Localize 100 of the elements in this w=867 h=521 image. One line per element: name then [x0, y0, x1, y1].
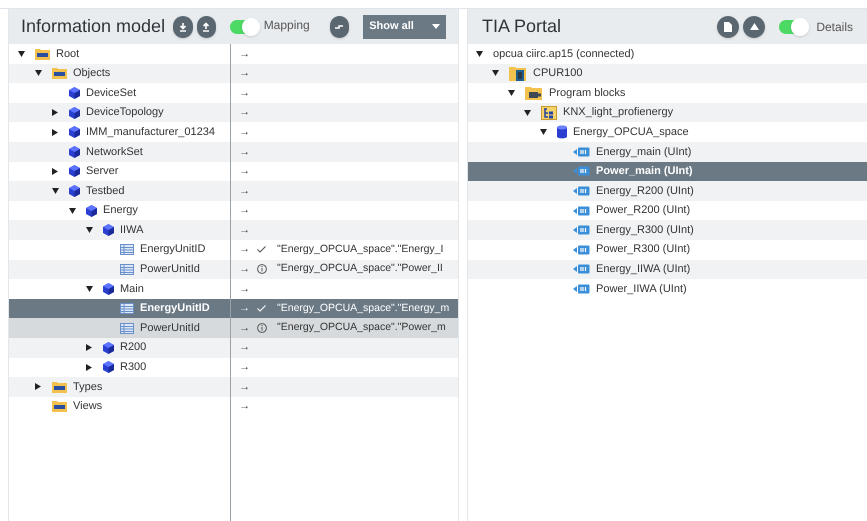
tree-item-label: DeviceSet [86, 86, 136, 101]
info-icon [257, 323, 267, 334]
upload-icon [201, 22, 212, 32]
tag-icon [573, 225, 590, 236]
caret-right-icon[interactable] [35, 383, 41, 390]
tree-row[interactable]: NetworkSet → [9, 142, 458, 162]
tree-row[interactable]: R200 → [9, 338, 458, 358]
upload-button[interactable] [196, 16, 216, 38]
mapping-arrow[interactable]: → [239, 398, 257, 415]
mapping-arrow[interactable]: → [239, 241, 257, 258]
mapping-arrow[interactable]: → [239, 46, 257, 62]
tree-row[interactable]: Energy → [9, 200, 458, 220]
tree-item-label: Views [73, 399, 102, 414]
tree-row[interactable]: Views → [9, 396, 458, 416]
mapping-arrow[interactable]: → [239, 163, 257, 180]
tree-row[interactable]: PowerUnitId → "Energy_OPCUA_space"."Power_II [9, 260, 458, 280]
caret-right-icon[interactable] [52, 128, 58, 136]
tree-item-label: DeviceTopology [86, 105, 164, 120]
tree-row[interactable]: Energy_main (UInt) [468, 142, 867, 162]
check-icon [257, 246, 266, 254]
tree-row[interactable]: Energy_R200 (UInt) [468, 181, 867, 201]
mapping-arrow[interactable]: → [239, 222, 257, 238]
tree-row[interactable]: Types → [9, 377, 458, 397]
mapping-arrow[interactable]: → [239, 182, 257, 200]
tree-row[interactable]: DeviceTopology → [9, 102, 458, 122]
caret-right-icon[interactable] [86, 364, 92, 371]
tag-icon [573, 206, 590, 216]
caret-right-icon[interactable] [52, 168, 58, 175]
tree-row[interactable]: IIWA → [9, 220, 458, 240]
caret-down-icon[interactable] [476, 50, 483, 57]
tree-row[interactable]: Energy_IIWA (UInt) [468, 260, 867, 280]
caret-right-icon[interactable] [52, 109, 58, 116]
caret-down-icon[interactable] [52, 188, 59, 194]
mapped-tag-path: "Energy_OPCUA_space"."Energy_I [277, 242, 444, 257]
tree-item-label: IMM_manufacturer_01234 [86, 124, 216, 140]
cube-icon [103, 361, 114, 374]
opc-folder-icon [52, 380, 67, 393]
table-icon [120, 322, 134, 334]
mapping-arrow[interactable]: → [239, 320, 257, 336]
mapping-arrow[interactable]: → [239, 84, 257, 102]
mapping-arrow[interactable]: → [239, 300, 257, 317]
swap-button[interactable] [330, 16, 350, 38]
tree-item-label: R200 [120, 340, 146, 356]
tree-row[interactable]: EnergyUnitID → "Energy_OPCUA_space"."Energy_m [9, 298, 458, 318]
mapping-arrow[interactable]: → [239, 378, 257, 396]
cube-icon [86, 204, 97, 217]
mapping-arrow[interactable]: → [239, 359, 257, 376]
opc-folder-icon [52, 400, 67, 412]
mapping-arrow[interactable]: → [239, 144, 257, 160]
download-button[interactable] [173, 16, 193, 38]
tree-item-label: IIWA [120, 222, 144, 238]
cube-icon [69, 146, 80, 158]
mapping-arrow[interactable]: → [239, 339, 257, 356]
folder-blocks-icon [525, 86, 543, 100]
cube-icon [103, 224, 114, 236]
tree-row[interactable]: Power_main (UInt) [468, 162, 867, 182]
caret-down-icon[interactable] [540, 129, 547, 136]
mapping-arrow[interactable]: → [239, 124, 257, 140]
caret-down-icon[interactable] [69, 208, 76, 214]
tree-item-label: Power_IIWA (UInt) [596, 282, 687, 297]
eject-button[interactable] [743, 16, 766, 38]
tree-row[interactable]: CPUR100 [468, 64, 867, 84]
details-toggle[interactable] [779, 20, 808, 34]
toggle-label: Mapping [264, 17, 310, 34]
mapping-arrow[interactable]: → [239, 202, 257, 219]
tree-item-label: PowerUnitId [140, 262, 200, 278]
cube-icon [69, 86, 80, 99]
caret-down-icon[interactable] [18, 50, 25, 57]
triangle-up-icon [750, 23, 759, 30]
tree-row[interactable]: PowerUnitId → "Energy_OPCUA_space"."Power_m [9, 318, 458, 338]
tree-row[interactable]: Objects → [9, 64, 458, 84]
tree-item-label: Objects [73, 66, 110, 82]
tree-item-label: PowerUnitId [140, 320, 200, 336]
mapping-arrow[interactable]: → [239, 261, 257, 278]
tree-row[interactable]: Testbed → [9, 181, 458, 201]
tree-row[interactable]: R300 → [9, 358, 458, 378]
mapping-arrow[interactable]: → [239, 104, 257, 121]
document-button[interactable] [717, 16, 740, 38]
tree-item-label: Energy [103, 203, 138, 218]
tree-item-label: Main [120, 282, 144, 297]
tree-item-label: NetworkSet [86, 144, 143, 160]
tree-row[interactable]: Energy_R300 (UInt) [468, 220, 867, 240]
caret-down-icon [432, 24, 440, 29]
caret-down-icon[interactable] [35, 70, 42, 76]
filter-dropdown[interactable]: Show all [363, 14, 446, 38]
tag-icon [573, 166, 590, 176]
cube-icon [103, 342, 114, 354]
caret-right-icon[interactable] [86, 344, 92, 352]
mapping-arrow[interactable]: → [239, 280, 257, 298]
caret-down-icon[interactable] [524, 110, 531, 116]
caret-down-icon[interactable] [86, 227, 93, 234]
caret-down-icon[interactable] [492, 70, 499, 76]
mapping-arrow[interactable]: → [239, 65, 257, 82]
tree-item-label: opcua ciirc.ap15 (connected) [493, 46, 634, 62]
caret-down-icon[interactable] [86, 286, 93, 292]
tree-item-label: CPUR100 [533, 66, 583, 82]
tree-row[interactable]: KNX_light_profienergy [468, 102, 867, 122]
tree-row[interactable]: Server → [9, 162, 458, 182]
cube-icon [103, 282, 114, 295]
caret-down-icon[interactable] [508, 90, 515, 96]
